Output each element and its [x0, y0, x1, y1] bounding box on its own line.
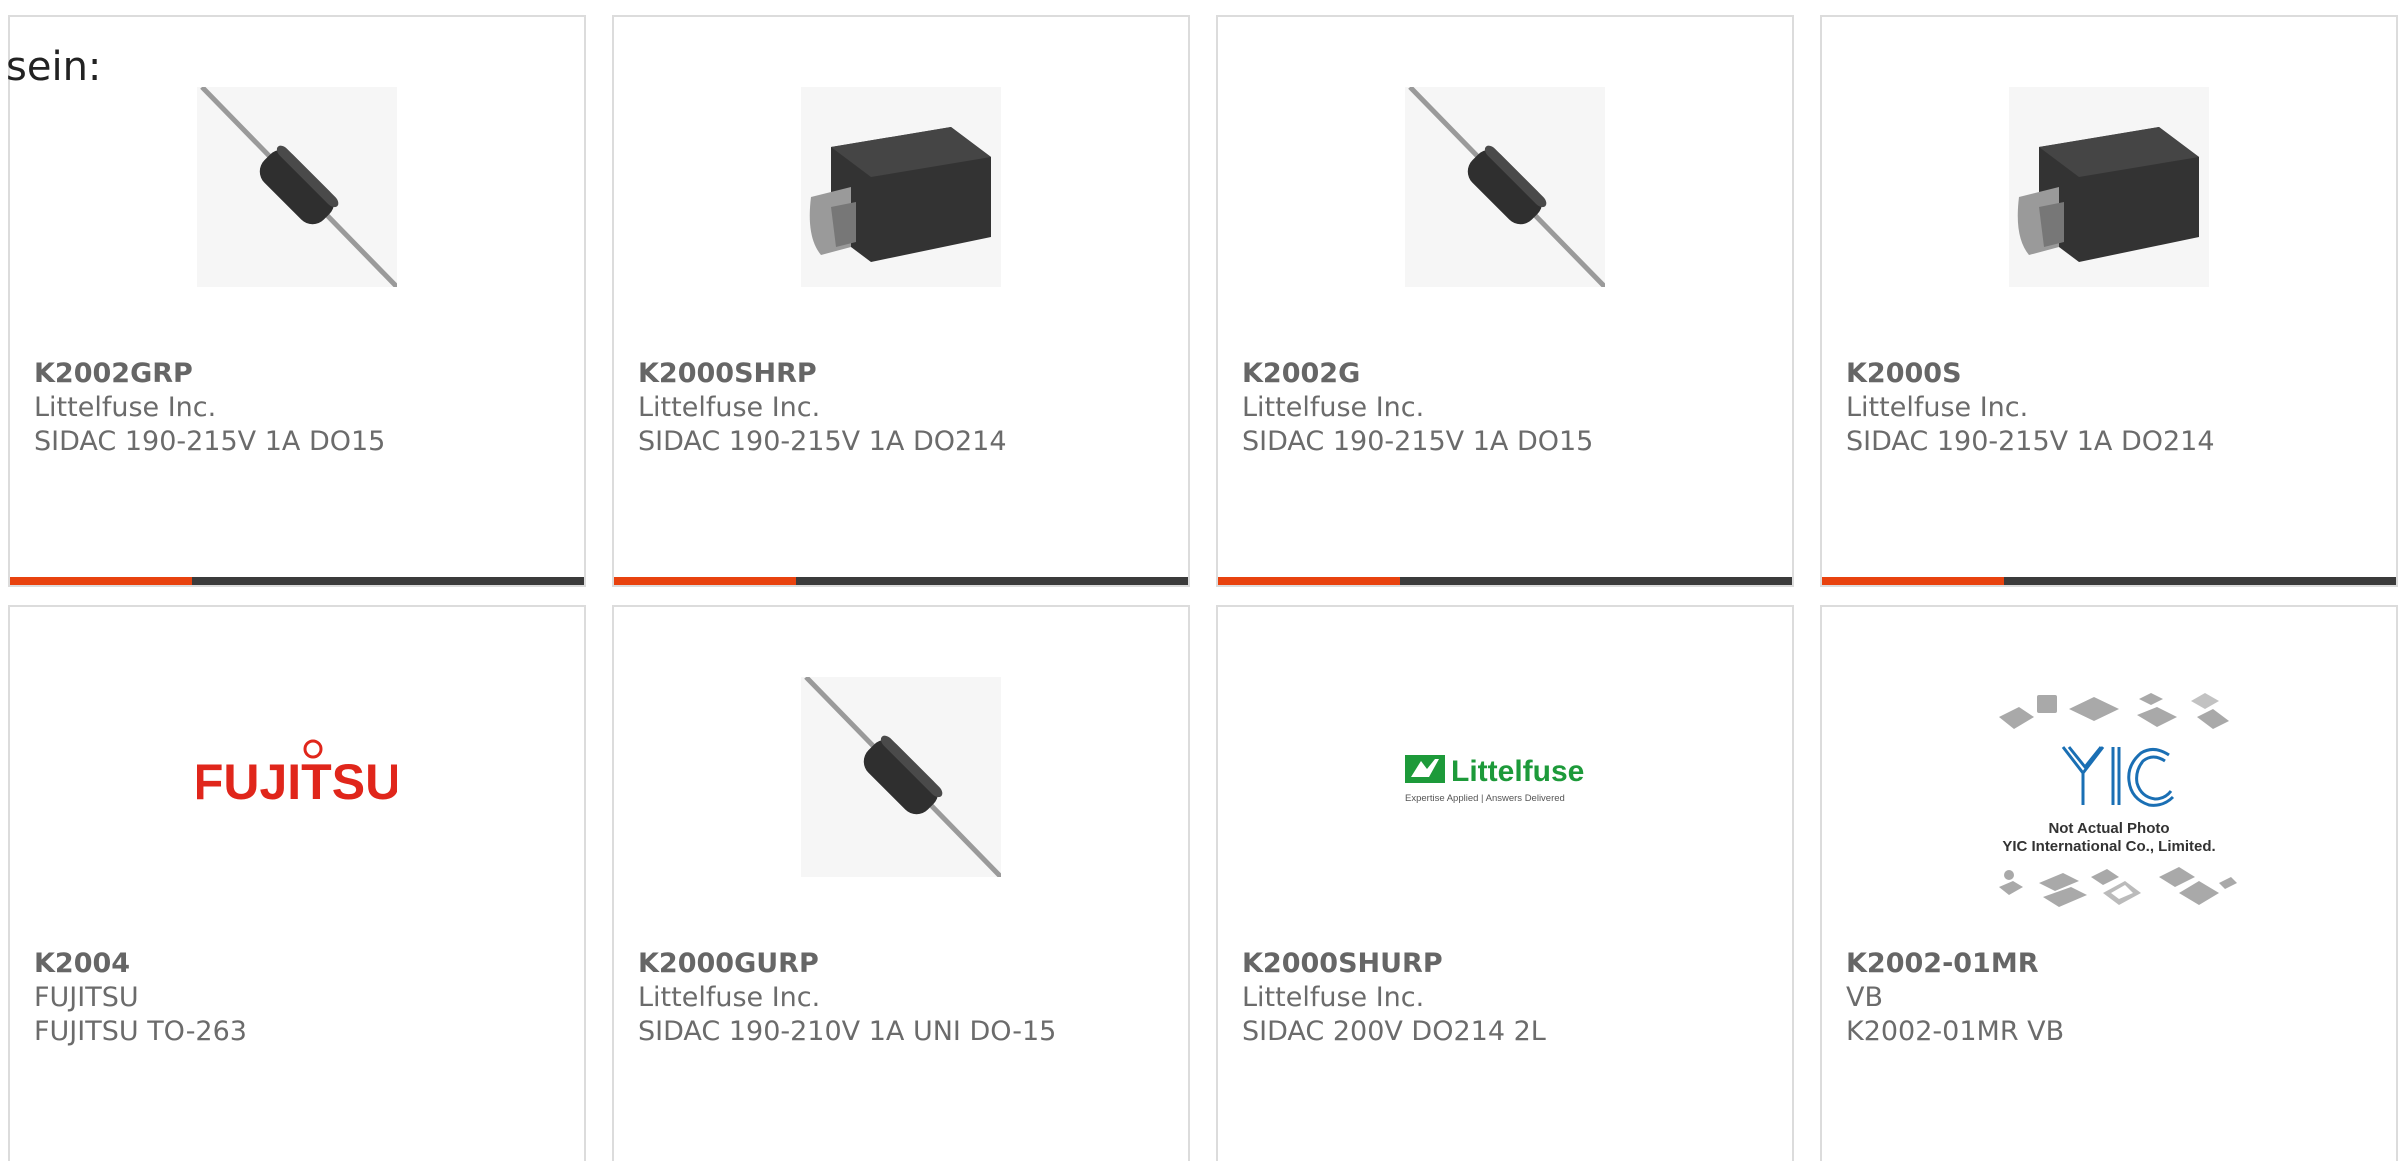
card-accent-bar — [1822, 577, 2004, 585]
manufacturer: Littelfuse Inc. — [34, 392, 217, 423]
manufacturer: Littelfuse Inc. — [1242, 982, 1425, 1013]
description: FUJITSU TO-263 — [34, 1016, 247, 1047]
description: SIDAC 200V DO214 2L — [1242, 1016, 1546, 1047]
part-number[interactable]: K2000S — [1846, 357, 2215, 391]
manufacturer: Littelfuse Inc. — [638, 392, 821, 423]
card-bottom-bar — [1822, 577, 2396, 585]
part-number[interactable]: K2000SHRP — [638, 357, 1007, 391]
smd-diode-image[interactable] — [801, 87, 1001, 287]
description: K2002-01MR VB — [1846, 1016, 2065, 1047]
product-card[interactable]: Not Actual Photo YIC International Co., … — [1820, 605, 2398, 1161]
product-info: K2004 FUJITSU FUJITSU TO-263 — [34, 947, 247, 1049]
description: SIDAC 190-215V 1A DO15 — [1242, 426, 1594, 457]
manufacturer: Littelfuse Inc. — [638, 982, 821, 1013]
axial-diode-image[interactable] — [1405, 87, 1605, 287]
product-info: K2000S Littelfuse Inc. SIDAC 190-215V 1A… — [1846, 357, 2215, 459]
manufacturer: VB — [1846, 982, 1883, 1013]
product-card[interactable]: K2002GRP Littelfuse Inc. SIDAC 190-215V … — [8, 15, 586, 587]
axial-diode-image[interactable] — [197, 87, 397, 287]
product-info: K2002GRP Littelfuse Inc. SIDAC 190-215V … — [34, 357, 385, 459]
yic-caption-line1: Not Actual Photo — [2048, 820, 2169, 837]
product-info: K2002-01MR VB K2002-01MR VB — [1846, 947, 2064, 1049]
part-number[interactable]: K2002G — [1242, 357, 1593, 391]
littelfuse-logo-text: Littelfuse — [1451, 755, 1584, 788]
part-number[interactable]: K2002-01MR — [1846, 947, 2064, 981]
manufacturer: Littelfuse Inc. — [1242, 392, 1425, 423]
product-card[interactable]: Littelfuse Expertise Applied | Answers D… — [1216, 605, 1794, 1161]
card-bottom-bar — [1218, 577, 1792, 585]
card-accent-bar — [10, 577, 192, 585]
fujitsu-logo[interactable]: FUJITSU — [197, 677, 397, 877]
description: SIDAC 190-215V 1A DO214 — [638, 426, 1007, 457]
part-number[interactable]: K2002GRP — [34, 357, 385, 391]
description: SIDAC 190-210V 1A UNI DO-15 — [638, 1016, 1057, 1047]
card-accent-bar — [614, 577, 796, 585]
card-bottom-bar — [614, 577, 1188, 585]
part-number[interactable]: K2000SHURP — [1242, 947, 1546, 981]
product-info: K2000SHRP Littelfuse Inc. SIDAC 190-215V… — [638, 357, 1007, 459]
product-card[interactable]: K2000GURP Littelfuse Inc. SIDAC 190-210V… — [612, 605, 1190, 1161]
smd-diode-image[interactable] — [2009, 87, 2209, 287]
product-card[interactable]: K2002G Littelfuse Inc. SIDAC 190-215V 1A… — [1216, 15, 1794, 587]
intro-text: sein: — [6, 44, 102, 90]
product-info: K2000GURP Littelfuse Inc. SIDAC 190-210V… — [638, 947, 1056, 1049]
manufacturer: FUJITSU — [34, 982, 139, 1013]
fujitsu-logo-text: FUJITSU — [197, 754, 397, 810]
yic-caption-line2: YIC International Co., Limited. — [2002, 838, 2215, 855]
littelfuse-logo[interactable]: Littelfuse Expertise Applied | Answers D… — [1405, 677, 1605, 877]
yic-placeholder-image[interactable]: Not Actual Photo YIC International Co., … — [1979, 687, 2239, 947]
product-info: K2000SHURP Littelfuse Inc. SIDAC 200V DO… — [1242, 947, 1546, 1049]
manufacturer: Littelfuse Inc. — [1846, 392, 2029, 423]
description: SIDAC 190-215V 1A DO214 — [1846, 426, 2215, 457]
product-card[interactable]: FUJITSU K2004 FUJITSU FUJITSU TO-263 — [8, 605, 586, 1161]
product-card[interactable]: K2000S Littelfuse Inc. SIDAC 190-215V 1A… — [1820, 15, 2398, 587]
description: SIDAC 190-215V 1A DO15 — [34, 426, 386, 457]
card-accent-bar — [1218, 577, 1400, 585]
product-grid-page: sein: K2002GRP Littelfuse Inc. SIDAC 190… — [0, 0, 2400, 1161]
product-info: K2002G Littelfuse Inc. SIDAC 190-215V 1A… — [1242, 357, 1593, 459]
product-card[interactable]: K2000SHRP Littelfuse Inc. SIDAC 190-215V… — [612, 15, 1190, 587]
part-number[interactable]: K2004 — [34, 947, 247, 981]
littelfuse-tagline: Expertise Applied | Answers Delivered — [1405, 793, 1565, 804]
axial-diode-image[interactable] — [801, 677, 1001, 877]
part-number[interactable]: K2000GURP — [638, 947, 1056, 981]
card-bottom-bar — [10, 577, 584, 585]
